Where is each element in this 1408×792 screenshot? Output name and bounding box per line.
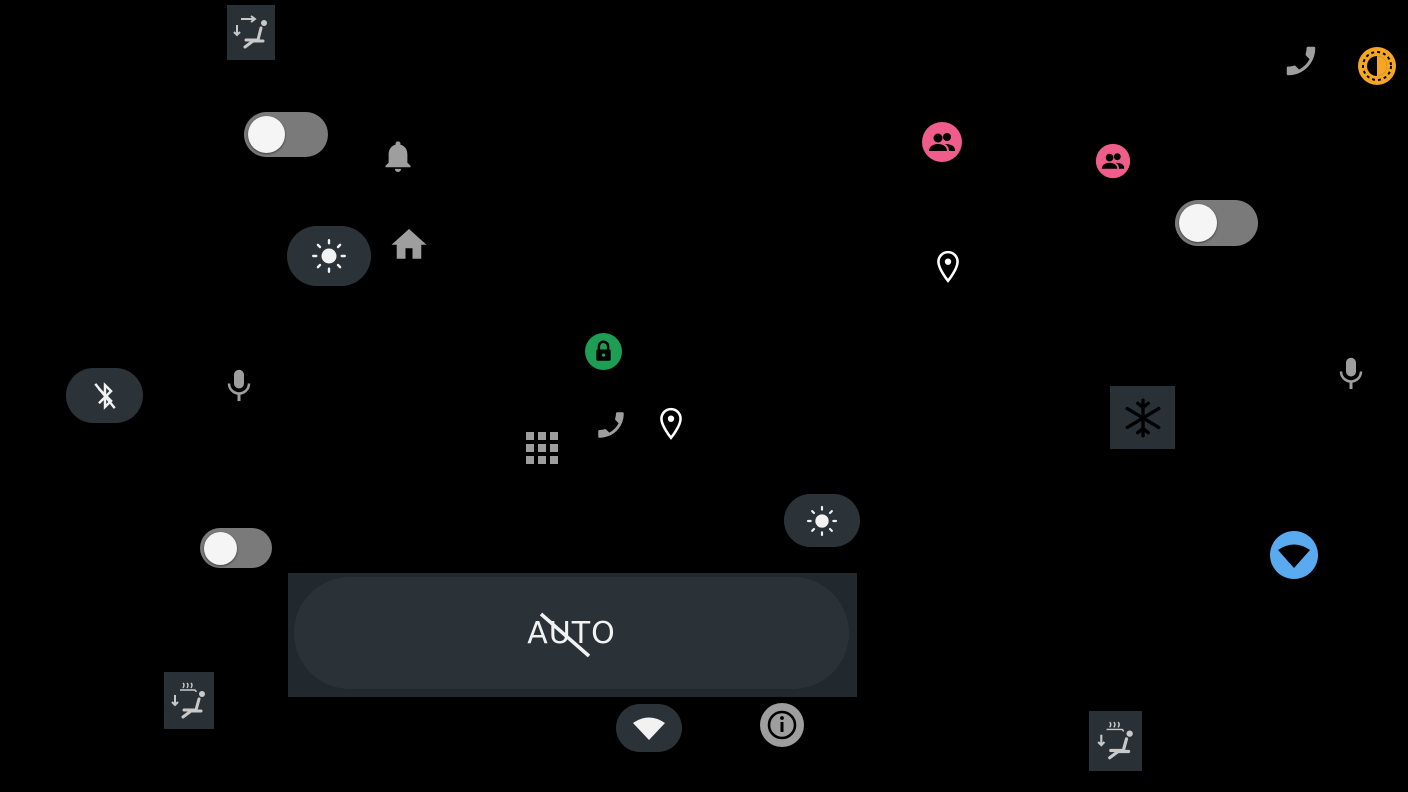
bluetooth-button[interactable] — [66, 368, 143, 423]
people-icon — [1095, 143, 1131, 179]
snowflake-icon — [1125, 397, 1160, 438]
toggle-switch-2[interactable] — [1175, 200, 1258, 246]
bell-icon[interactable] — [380, 138, 416, 176]
auto-brightness-icon — [1358, 47, 1396, 85]
location-pin-icon[interactable] — [932, 249, 964, 285]
auto-climate-button[interactable]: AUTO — [294, 577, 849, 689]
microphone-icon[interactable] — [222, 366, 256, 406]
seat-airflow-icon — [233, 14, 267, 48]
info-icon — [759, 702, 804, 747]
toggle-knob — [248, 116, 285, 153]
bluetooth-off-icon — [93, 381, 116, 410]
auto-label: AUTO — [527, 612, 615, 657]
seat-heat-icon — [171, 682, 205, 718]
brightness-icon — [806, 505, 838, 536]
microphone-icon[interactable] — [1332, 354, 1370, 394]
brightness-button-2[interactable] — [784, 494, 860, 547]
wifi-button-blue[interactable] — [1270, 531, 1318, 579]
toggle-knob — [1179, 204, 1217, 242]
wifi-icon — [633, 717, 665, 740]
people-icon — [922, 122, 962, 162]
location-pin-icon[interactable] — [656, 406, 686, 442]
people-button-1[interactable] — [921, 121, 963, 163]
disabled-slash-icon — [540, 612, 591, 657]
wifi-button[interactable] — [616, 704, 682, 752]
brightness-icon — [312, 239, 346, 273]
wifi-icon — [1270, 531, 1318, 579]
lock-icon — [585, 333, 622, 370]
defrost-button[interactable] — [1110, 386, 1175, 449]
info-button[interactable] — [759, 702, 804, 747]
home-icon[interactable] — [387, 222, 431, 264]
auto-climate-panel: AUTO — [288, 573, 857, 697]
app-grid-icon[interactable] — [523, 429, 561, 467]
lock-button[interactable] — [585, 333, 622, 370]
seat-heat-button-2[interactable] — [1089, 711, 1142, 771]
toggle-knob — [203, 531, 237, 565]
brightness-button-1[interactable] — [287, 226, 371, 286]
seat-heat-icon — [1096, 721, 1133, 760]
toggle-switch-3[interactable] — [200, 528, 272, 568]
toggle-switch-1[interactable] — [244, 112, 328, 157]
seat-heat-button-1[interactable] — [164, 672, 214, 729]
people-button-2[interactable] — [1095, 143, 1131, 179]
phone-icon[interactable] — [592, 405, 630, 445]
phone-icon[interactable] — [1280, 40, 1322, 82]
seat-airflow-button[interactable] — [227, 5, 275, 60]
auto-brightness-button[interactable] — [1356, 45, 1398, 87]
